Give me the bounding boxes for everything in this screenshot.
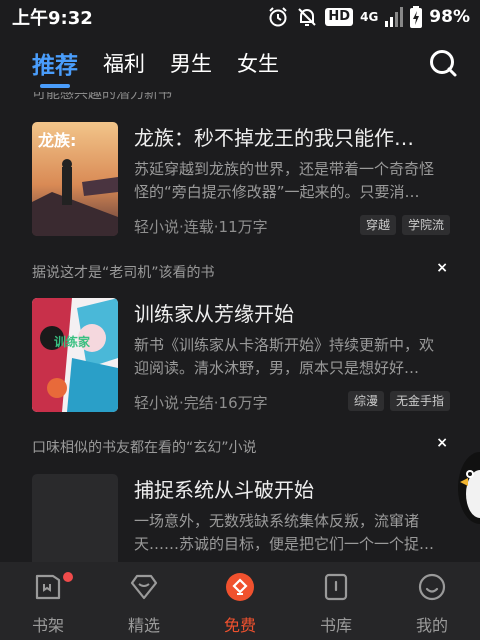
tab-recommend[interactable]: 推荐 xyxy=(32,46,78,88)
network-label: 4G xyxy=(360,10,379,24)
bookshelf-icon xyxy=(35,574,61,600)
alarm-icon xyxy=(269,7,288,27)
nav-free[interactable]: 免费 xyxy=(192,572,288,636)
cover-title-text: 龙族: xyxy=(37,131,76,150)
battery-icon xyxy=(410,6,423,28)
book-title[interactable]: 训练家从芳缘开始 xyxy=(134,298,452,327)
tag[interactable]: 无金手指 xyxy=(389,391,450,411)
book-title[interactable]: 捕捉系统从斗破开始 xyxy=(134,474,452,503)
nav-label: 精选 xyxy=(127,616,160,635)
book-meta: 轻小说·连载·11万字 xyxy=(134,218,268,236)
close-icon[interactable]: × xyxy=(436,260,448,276)
recommend-feed[interactable]: 可能感兴趣的潜力新书 龙族: 龙族：秒不掉龙王的我只能作… 苏延穿越到龙族的世界… xyxy=(0,92,480,562)
section-title: 口味相似的书友都在看的“玄幻”小说 xyxy=(32,440,257,456)
search-icon[interactable] xyxy=(428,48,458,78)
section-header: 口味相似的书友都在看的“玄幻”小说 × xyxy=(32,435,450,457)
category-tabs: 推荐 福利 男生 女生 xyxy=(0,34,480,92)
book-cover[interactable]: 龙族: xyxy=(32,122,118,236)
book-item[interactable]: 龙族: 龙族：秒不掉龙王的我只能作… 苏延穿越到龙族的世界，还是带着一个奇奇怪怪… xyxy=(32,122,452,238)
book-description: 一场意外，无数残缺系统集体反叛，流窜诸天……苏诚的目标，便是把它们一个一个捉… xyxy=(134,512,435,553)
book-tags: 综漫 无金手指 xyxy=(347,391,450,411)
selection-icon xyxy=(130,574,158,600)
profile-icon xyxy=(418,573,446,601)
nav-profile[interactable]: 我的 xyxy=(384,572,480,636)
mute-bell-icon xyxy=(298,8,317,26)
book-cover-placeholder[interactable] xyxy=(32,474,118,562)
book-item[interactable]: 训练家 训练家从芳缘开始 新书《训练家从卡洛斯开始》持续更新中，欢迎阅读。清水沐… xyxy=(32,298,452,414)
free-icon xyxy=(226,573,254,601)
cover-title-text: 训练家 xyxy=(54,334,91,349)
battery-percent: 98% xyxy=(429,7,470,27)
book-tags: 穿越 学院流 xyxy=(359,215,450,235)
tag[interactable]: 综漫 xyxy=(347,391,384,411)
book-description: 苏延穿越到龙族的世界，还是带着一个奇奇怪怪的“旁白提示修改器”一起来的。只要消… xyxy=(134,160,435,201)
status-time: 上午9:32 xyxy=(12,8,93,29)
library-icon xyxy=(324,573,348,601)
section-header: 据说这才是“老司机”该看的书 × xyxy=(32,260,450,282)
nav-label: 免费 xyxy=(223,616,256,635)
notification-badge xyxy=(63,572,73,582)
book-cover[interactable]: 训练家 xyxy=(32,298,118,412)
status-bar: 上午9:32 HD 4G 98% xyxy=(0,0,480,34)
floating-mascot-icon[interactable] xyxy=(456,448,480,526)
section-title: 据说这才是“老司机”该看的书 xyxy=(32,265,215,281)
tab-male[interactable]: 男生 xyxy=(170,48,212,78)
nav-label: 书架 xyxy=(31,616,64,635)
tab-female[interactable]: 女生 xyxy=(237,48,279,78)
tag[interactable]: 穿越 xyxy=(359,215,396,235)
book-title[interactable]: 龙族：秒不掉龙王的我只能作… xyxy=(134,122,452,151)
nav-selection[interactable]: 精选 xyxy=(96,572,192,636)
bottom-nav: 书架 精选 免费 书库 我的 xyxy=(0,562,480,640)
book-meta: 轻小说·完结·16万字 xyxy=(134,394,268,412)
book-item[interactable]: 捕捉系统从斗破开始 一场意外，无数残缺系统集体反叛，流窜诸天……苏诚的目标，便是… xyxy=(32,474,452,562)
hd-badge: HD xyxy=(325,8,354,26)
status-icons: HD 4G 98% xyxy=(267,6,470,28)
book-description: 新书《训练家从卡洛斯开始》持续更新中，欢迎阅读。清水沐野，男，原本只是想好好… xyxy=(134,336,435,377)
close-icon[interactable]: × xyxy=(436,435,448,451)
nav-label: 书库 xyxy=(319,616,352,635)
nav-label: 我的 xyxy=(415,616,448,635)
nav-bookshelf[interactable]: 书架 xyxy=(0,572,96,636)
tab-welfare[interactable]: 福利 xyxy=(103,48,145,78)
nav-library[interactable]: 书库 xyxy=(288,572,384,636)
section-header-partial: 可能感兴趣的潜力新书 xyxy=(32,92,172,102)
signal-icon xyxy=(385,7,404,27)
tag[interactable]: 学院流 xyxy=(401,215,450,235)
